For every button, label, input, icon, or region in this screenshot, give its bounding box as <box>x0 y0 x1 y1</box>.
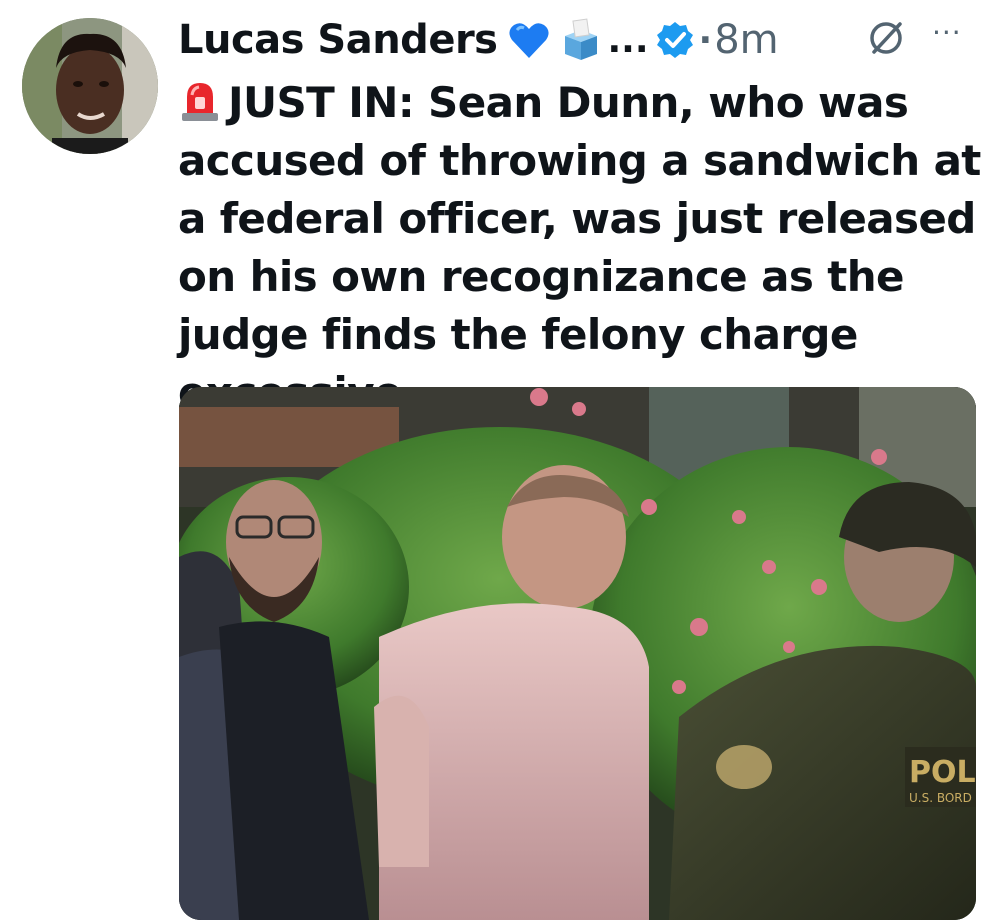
more-options-icon[interactable]: ··· <box>932 16 982 49</box>
rotating-light-icon <box>178 79 222 123</box>
meta-separator: · <box>698 19 713 61</box>
tweet-timestamp[interactable]: 8m <box>714 17 778 63</box>
author-avatar[interactable] <box>22 18 158 154</box>
news-photo: POL U.S. BORD <box>179 387 976 920</box>
ballot-box-icon <box>559 18 603 62</box>
verified-badge-icon[interactable] <box>655 20 695 60</box>
name-truncation: ... <box>607 19 649 61</box>
tweet-text: JUST IN: Sean Dunn, who was accused of t… <box>178 74 988 422</box>
grok-icon[interactable] <box>866 18 906 58</box>
police-patch-subtext: U.S. BORD <box>909 791 972 805</box>
tweet-card[interactable]: Lucas Sanders ... · 8m ··· JUST IN: Sean… <box>0 0 1000 922</box>
tweet-text-content: JUST IN: Sean Dunn, who was accused of t… <box>178 78 981 417</box>
user-avatar-photo <box>22 18 158 154</box>
tweet-media-photo[interactable]: POL U.S. BORD <box>179 387 976 920</box>
police-patch-text: POL <box>909 755 976 790</box>
blue-heart-icon <box>507 18 551 62</box>
author-display-name[interactable]: Lucas Sanders <box>178 17 498 63</box>
